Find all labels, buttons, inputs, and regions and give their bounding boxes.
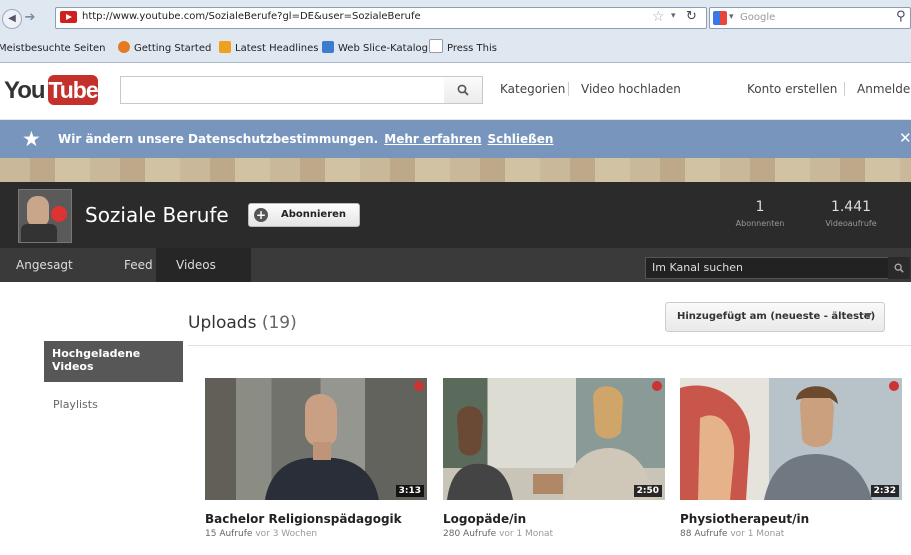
uploads-count: (19): [261, 313, 297, 333]
bookmark-latest-headlines[interactable]: Latest Headlines: [219, 39, 319, 59]
sidebar-item-uploaded-videos[interactable]: Hochgeladene Videos: [44, 341, 183, 382]
bookmark-most-visited[interactable]: Meistbesuchte Seiten: [0, 39, 106, 59]
page-icon: [429, 39, 443, 53]
upload-link[interactable]: Video hochladen: [581, 82, 681, 96]
firefox-icon: [118, 41, 130, 53]
divider: [844, 82, 845, 96]
reload-icon[interactable]: ↻: [686, 9, 697, 24]
video-title[interactable]: Bachelor Religionspädagogik: [205, 512, 402, 526]
channel-search-button[interactable]: [888, 257, 910, 279]
back-icon[interactable]: ◀: [2, 9, 22, 29]
bookmark-web-slice[interactable]: Web Slice-Katalog: [322, 39, 428, 59]
browser-toolbar: ◀ ➔ http://www.youtube.com/SozialeBerufe…: [0, 0, 911, 63]
forward-icon[interactable]: ➔: [22, 10, 38, 26]
uploads-heading: Uploads (19): [188, 313, 297, 333]
video-meta: 88 Aufrufe vor 1 Monat: [680, 529, 785, 539]
channel-avatar[interactable]: [18, 189, 72, 243]
chevron-down-icon: [864, 313, 872, 318]
learn-more-link[interactable]: Mehr erfahren: [384, 132, 481, 146]
bookmark-getting-started[interactable]: Getting Started: [118, 39, 211, 59]
web-slice-icon: [322, 41, 334, 53]
tab-angesagt[interactable]: Angesagt: [16, 258, 73, 272]
search-engine-placeholder: Google: [740, 12, 776, 23]
search-input[interactable]: [120, 76, 445, 104]
video-thumbnail[interactable]: 2:50: [443, 378, 665, 500]
subscribe-button[interactable]: + Abonnieren: [248, 203, 360, 227]
view-count: 1.441: [830, 199, 872, 215]
divider: [568, 82, 569, 96]
watch-later-icon[interactable]: [652, 381, 662, 391]
search-icon[interactable]: ⚲: [896, 9, 906, 24]
channel-search-input[interactable]: Im Kanal suchen: [645, 257, 889, 279]
channel-title: Soziale Berufe: [85, 203, 229, 227]
browser-search-input[interactable]: ▾ Google ⚲: [709, 7, 911, 29]
sort-dropdown[interactable]: Hinzugefügt am (neueste - älteste): [665, 302, 885, 332]
google-engine-icon[interactable]: [713, 11, 727, 25]
search-button[interactable]: [444, 76, 483, 104]
dismiss-link[interactable]: Schließen: [488, 132, 554, 146]
search-icon: [894, 263, 904, 273]
search-icon: [457, 84, 469, 96]
categories-link[interactable]: Kategorien: [500, 82, 565, 96]
video-thumbnail[interactable]: 2:32: [680, 378, 902, 500]
divider: [188, 345, 911, 346]
plus-icon: +: [254, 208, 268, 222]
history-dropdown-icon[interactable]: ▾: [671, 11, 676, 21]
subscribe-label: Abonnieren: [281, 209, 347, 220]
video-duration: 3:13: [395, 485, 424, 497]
video-thumbnail[interactable]: 3:13: [205, 378, 427, 500]
video-duration: 2:32: [870, 485, 899, 497]
engine-dropdown-icon[interactable]: ▾: [729, 12, 734, 22]
channel-header: Soziale Berufe + Abonnieren 1 Abonnenten…: [0, 182, 911, 248]
channel-search-placeholder: Im Kanal suchen: [652, 261, 743, 274]
video-meta: 280 Aufrufe vor 1 Monat: [443, 529, 554, 539]
rss-icon: [219, 41, 231, 53]
video-title[interactable]: Logopäde/in: [443, 512, 526, 526]
view-label: Videoaufrufe: [825, 219, 877, 228]
watch-later-icon[interactable]: [414, 381, 424, 391]
sidebar-item-playlists[interactable]: Playlists: [53, 398, 98, 411]
create-account-link[interactable]: Konto erstellen: [747, 82, 837, 96]
bookmarks-toolbar: Meistbesuchte Seiten Getting Started Lat…: [0, 39, 911, 59]
subscriber-label: Abonnenten: [735, 219, 785, 228]
bookmark-star-icon[interactable]: ☆: [652, 9, 665, 25]
close-icon[interactable]: ✕: [899, 129, 911, 147]
youtube-logo-you[interactable]: You: [4, 77, 46, 105]
privacy-banner: ★ Wir ändern unsere Datenschutzbestimmun…: [0, 120, 911, 158]
sign-in-link[interactable]: Anmelden: [857, 82, 911, 96]
watch-later-icon[interactable]: [889, 381, 899, 391]
subscriber-count: 1: [755, 199, 765, 215]
youtube-header: You Tube Kategorien Video hochladen Kont…: [0, 63, 911, 120]
youtube-logo-tube[interactable]: Tube: [48, 75, 99, 105]
banner-message: Wir ändern unsere Datenschutzbestimmunge…: [58, 132, 554, 146]
video-duration: 2:50: [633, 485, 662, 497]
bookmark-press-this[interactable]: Press This: [429, 39, 497, 59]
video-title[interactable]: Physiotherapeut/in: [680, 512, 809, 526]
address-bar[interactable]: http://www.youtube.com/SozialeBerufe?gl=…: [55, 7, 707, 29]
channel-background-strip: [0, 158, 911, 182]
youtube-favicon-icon: [60, 11, 77, 23]
tab-feed[interactable]: Feed: [124, 258, 153, 272]
sort-label: Hinzugefügt am (neueste - älteste): [677, 311, 876, 322]
video-meta: 15 Aufrufe vor 3 Wochen: [205, 529, 318, 539]
url-text: http://www.youtube.com/SozialeBerufe?gl=…: [82, 11, 421, 22]
star-icon: ★: [22, 127, 41, 151]
tab-videos[interactable]: Videos: [176, 258, 216, 272]
